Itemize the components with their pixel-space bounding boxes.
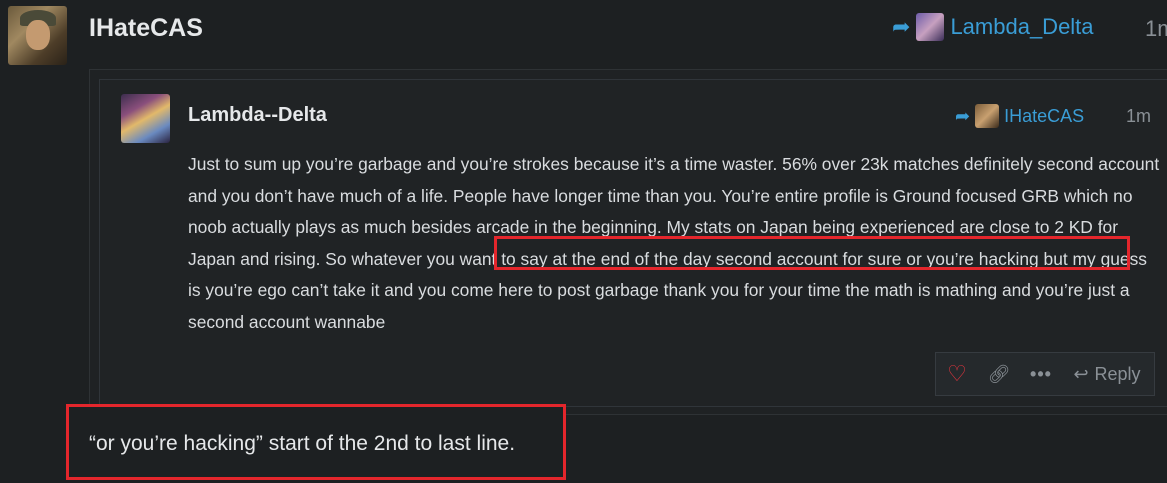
more-actions-button[interactable]: ••• — [1020, 353, 1062, 395]
reply-to-avatar — [975, 104, 1000, 128]
reply-arrow-icon: ➦ — [955, 106, 971, 126]
author-avatar[interactable] — [8, 6, 67, 65]
quoted-reply-to-link[interactable]: ➦ IHateCAS — [955, 104, 1084, 128]
avatar-face — [26, 20, 50, 50]
quoted-author-avatar[interactable] — [121, 94, 170, 143]
reply-to-username: Lambda_Delta — [950, 14, 1094, 39]
quoted-post-time[interactable]: 1m — [1126, 106, 1151, 127]
like-button[interactable]: ♡ — [936, 353, 978, 395]
post-actions: ♡ 🔗︎ ••• ↩ Reply — [935, 352, 1155, 396]
reply-to-link[interactable]: ➦ Lambda_Delta — [892, 13, 1094, 41]
reply-to-avatar — [916, 13, 945, 41]
reply-button-label: Reply — [1094, 363, 1141, 384]
reply-icon: ↩ — [1073, 363, 1089, 384]
reply-button[interactable]: ↩ Reply — [1062, 353, 1152, 395]
link-icon: 🔗︎ — [987, 363, 1011, 384]
heart-icon: ♡ — [947, 361, 967, 386]
ellipsis-icon: ••• — [1030, 363, 1052, 384]
reply-to-username: IHateCAS — [1004, 105, 1085, 126]
copy-link-button[interactable]: 🔗︎ — [978, 353, 1020, 395]
annotation-caption: “or you’re hacking” start of the 2nd to … — [89, 432, 516, 455]
reply-arrow-icon: ➦ — [892, 14, 911, 39]
quoted-author-name[interactable]: Lambda--Delta — [188, 104, 327, 127]
post-author-name[interactable]: IHateCAS — [89, 14, 203, 43]
post-time[interactable]: 1m — [1145, 16, 1167, 42]
highlight-box — [494, 236, 1130, 270]
